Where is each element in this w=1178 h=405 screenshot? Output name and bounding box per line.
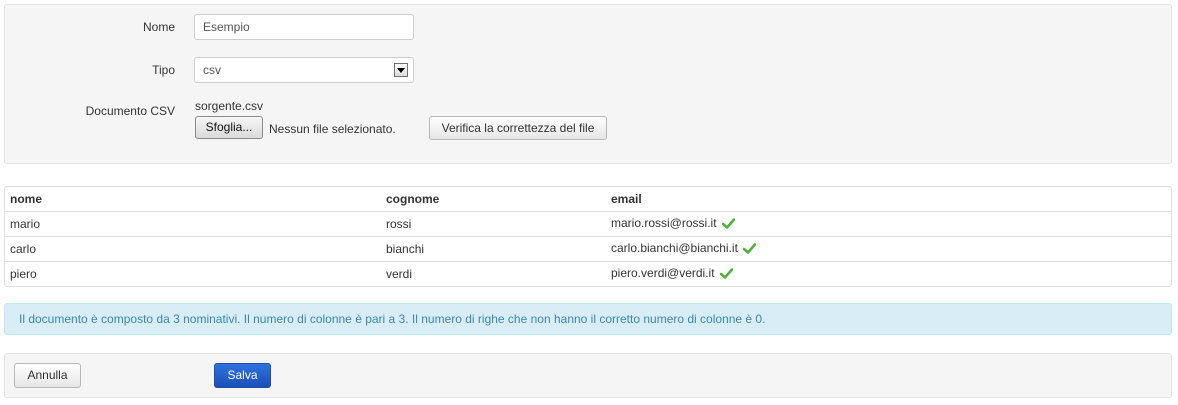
document-csv-label: Documento CSV (85, 104, 175, 118)
info-alert: Il documento è composto da 3 nominativi.… (4, 303, 1172, 335)
cancel-button[interactable]: Annulla (14, 363, 81, 388)
cell-cognome: verdi (381, 261, 606, 286)
cell-nome: piero (5, 261, 381, 286)
current-file-name: sorgente.csv (195, 99, 264, 113)
dropdown-arrow-icon[interactable] (394, 63, 408, 77)
upload-form-panel: Nome Esempio Tipo csv Documento CSV sorg… (4, 4, 1172, 164)
type-label: Tipo (152, 63, 175, 77)
cell-email: mario.rossi@rossi.it (606, 211, 1171, 237)
type-select[interactable]: csv (194, 57, 414, 83)
table-row: carlo bianchi carlo.bianchi@bianchi.it (5, 236, 1171, 262)
email-text: carlo.bianchi@bianchi.it (611, 241, 738, 255)
cell-cognome: rossi (381, 211, 606, 237)
column-header-nome: nome (10, 192, 43, 206)
cell-cognome: bianchi (381, 236, 606, 262)
column-header-cognome: cognome (386, 192, 440, 206)
browse-button[interactable]: Sfoglia... (195, 116, 263, 139)
form-actions-panel: Annulla Salva (4, 353, 1172, 398)
checkmark-icon (719, 268, 733, 282)
checkmark-icon (742, 243, 757, 257)
table-header-row: nome cognome email (5, 187, 1171, 212)
cell-nome: carlo (5, 236, 381, 262)
preview-table: nome cognome email mario rossi mario.ros… (4, 186, 1172, 287)
cell-email: carlo.bianchi@bianchi.it (606, 236, 1171, 262)
name-input[interactable]: Esempio (194, 14, 414, 40)
cell-nome: mario (5, 211, 381, 237)
save-button[interactable]: Salva (214, 363, 271, 388)
email-text: piero.verdi@verdi.it (611, 266, 715, 280)
type-select-value: csv (203, 63, 221, 77)
column-header-email: email (611, 192, 642, 206)
checkmark-icon (721, 218, 735, 232)
table-row: mario rossi mario.rossi@rossi.it (5, 211, 1171, 237)
verify-file-button[interactable]: Verifica la correttezza del file (429, 116, 607, 140)
cell-email: piero.verdi@verdi.it (606, 261, 1171, 286)
table-row: piero verdi piero.verdi@verdi.it (5, 261, 1171, 286)
no-file-selected-text: Nessun file selezionato. (269, 122, 396, 136)
name-label: Nome (142, 20, 175, 34)
email-text: mario.rossi@rossi.it (611, 216, 717, 230)
